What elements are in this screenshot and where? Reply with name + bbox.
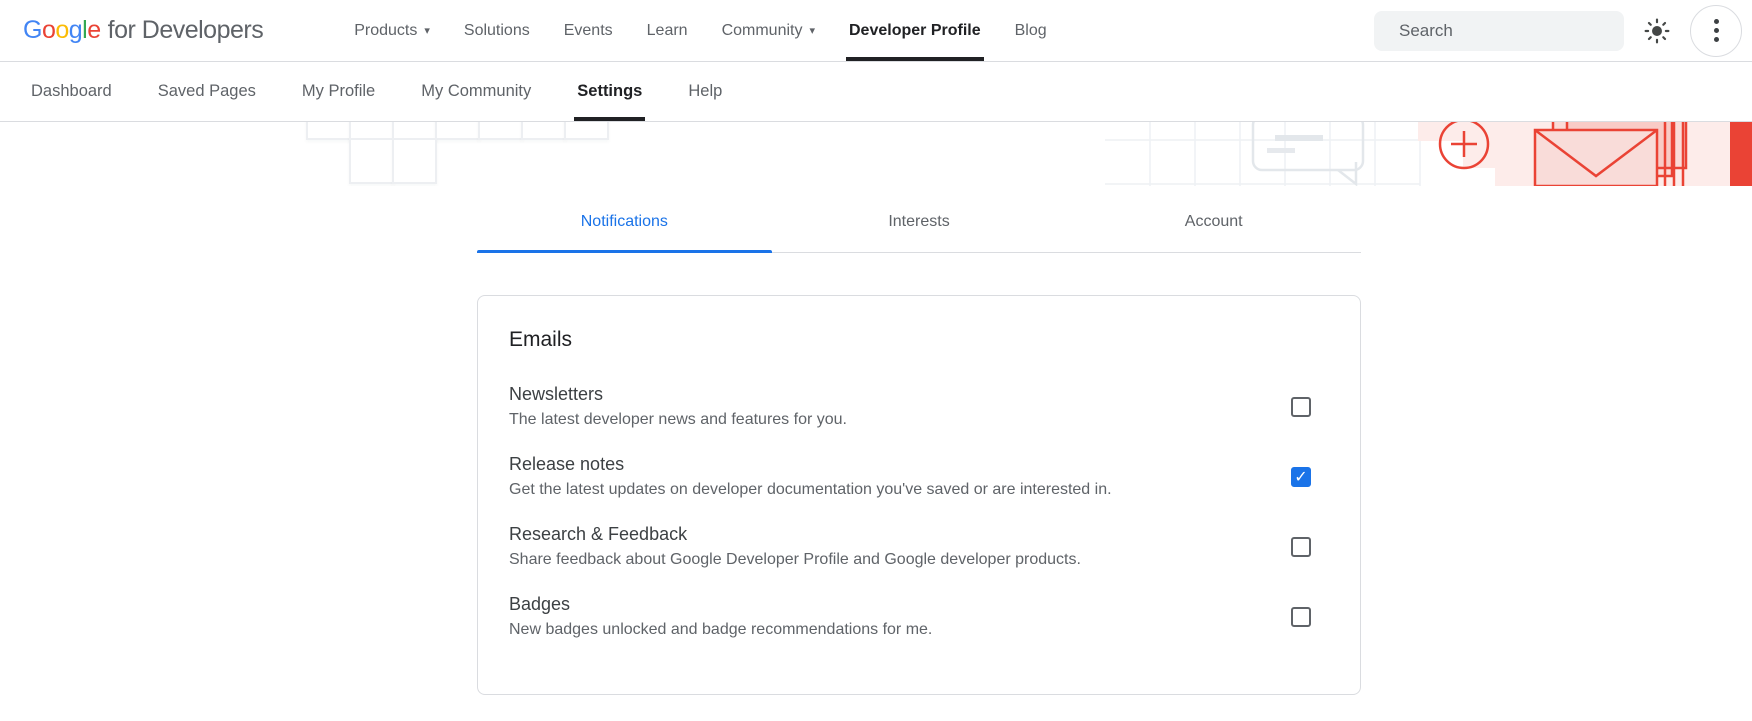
decorative-banner <box>0 122 1752 186</box>
logo-suffix: for Developers <box>108 16 264 45</box>
speech-bubble-art <box>1253 122 1363 184</box>
chevron-down-icon <box>424 24 430 37</box>
nav-community[interactable]: Community <box>705 0 832 61</box>
settings-content: Notifications Interests Account Emails N… <box>477 186 1361 695</box>
search-box[interactable] <box>1374 11 1624 51</box>
subnav-my-community[interactable]: My Community <box>398 62 554 121</box>
pref-description: The latest developer news and features f… <box>509 407 847 432</box>
newsletters-checkbox[interactable] <box>1291 397 1311 417</box>
pref-row-newsletters: Newsletters The latest developer news an… <box>509 381 1320 432</box>
subnav-settings[interactable]: Settings <box>554 62 665 121</box>
subnav-saved-pages[interactable]: Saved Pages <box>135 62 279 121</box>
nav-solutions[interactable]: Solutions <box>447 0 547 61</box>
pref-title: Newsletters <box>509 381 847 407</box>
pref-description: Share feedback about Google Developer Pr… <box>509 547 1081 572</box>
settings-tabs: Notifications Interests Account <box>477 186 1361 253</box>
tab-account[interactable]: Account <box>1066 186 1361 252</box>
pref-row-badges: Badges New badges unlocked and badge rec… <box>509 591 1320 642</box>
pref-row-release-notes: Release notes Get the latest updates on … <box>509 451 1320 502</box>
subnav-help[interactable]: Help <box>665 62 745 121</box>
nav-developer-profile[interactable]: Developer Profile <box>832 0 998 61</box>
nav-learn[interactable]: Learn <box>630 0 705 61</box>
tab-notifications[interactable]: Notifications <box>477 186 772 252</box>
pref-description: New badges unlocked and badge recommenda… <box>509 617 932 642</box>
nav-blog[interactable]: Blog <box>998 0 1064 61</box>
active-tab-indicator <box>477 250 772 253</box>
envelope-banner-art <box>1105 122 1752 186</box>
emails-card: Emails Newsletters The latest developer … <box>477 295 1361 695</box>
primary-nav: Products Solutions Events Learn Communit… <box>337 0 1063 61</box>
faint-grid-lines <box>1105 122 1420 186</box>
search-input[interactable] <box>1399 21 1620 41</box>
pref-title: Release notes <box>509 451 1112 477</box>
nav-events[interactable]: Events <box>547 0 630 61</box>
account-menu-button[interactable] <box>1690 5 1742 57</box>
badges-checkbox[interactable] <box>1291 607 1311 627</box>
theme-toggle-button[interactable] <box>1644 18 1670 44</box>
sun-icon <box>1644 18 1670 44</box>
card-title: Emails <box>509 328 1320 352</box>
profile-subnav: Dashboard Saved Pages My Profile My Comm… <box>0 62 1752 122</box>
pref-row-research-feedback: Research & Feedback Share feedback about… <box>509 521 1320 572</box>
tab-interests[interactable]: Interests <box>772 186 1067 252</box>
google-logo-wordmark: Google <box>23 16 101 45</box>
pref-title: Badges <box>509 591 932 617</box>
nav-products[interactable]: Products <box>337 0 447 61</box>
google-for-developers-logo[interactable]: Google for Developers <box>23 0 263 61</box>
pref-description: Get the latest updates on developer docu… <box>509 477 1112 502</box>
release-notes-checkbox[interactable] <box>1291 467 1311 487</box>
kebab-menu-icon <box>1714 19 1719 42</box>
pref-title: Research & Feedback <box>509 521 1081 547</box>
calendar-grid-art <box>308 122 609 184</box>
subnav-dashboard[interactable]: Dashboard <box>8 62 135 121</box>
header-actions <box>1374 0 1728 61</box>
white-cell <box>1463 168 1495 186</box>
research-feedback-checkbox[interactable] <box>1291 537 1311 557</box>
subnav-my-profile[interactable]: My Profile <box>279 62 398 121</box>
top-header: Google for Developers Products Solutions… <box>0 0 1752 62</box>
red-edge-bar <box>1730 122 1752 186</box>
envelope-stack-art <box>1535 122 1686 186</box>
chevron-down-icon <box>809 24 815 37</box>
